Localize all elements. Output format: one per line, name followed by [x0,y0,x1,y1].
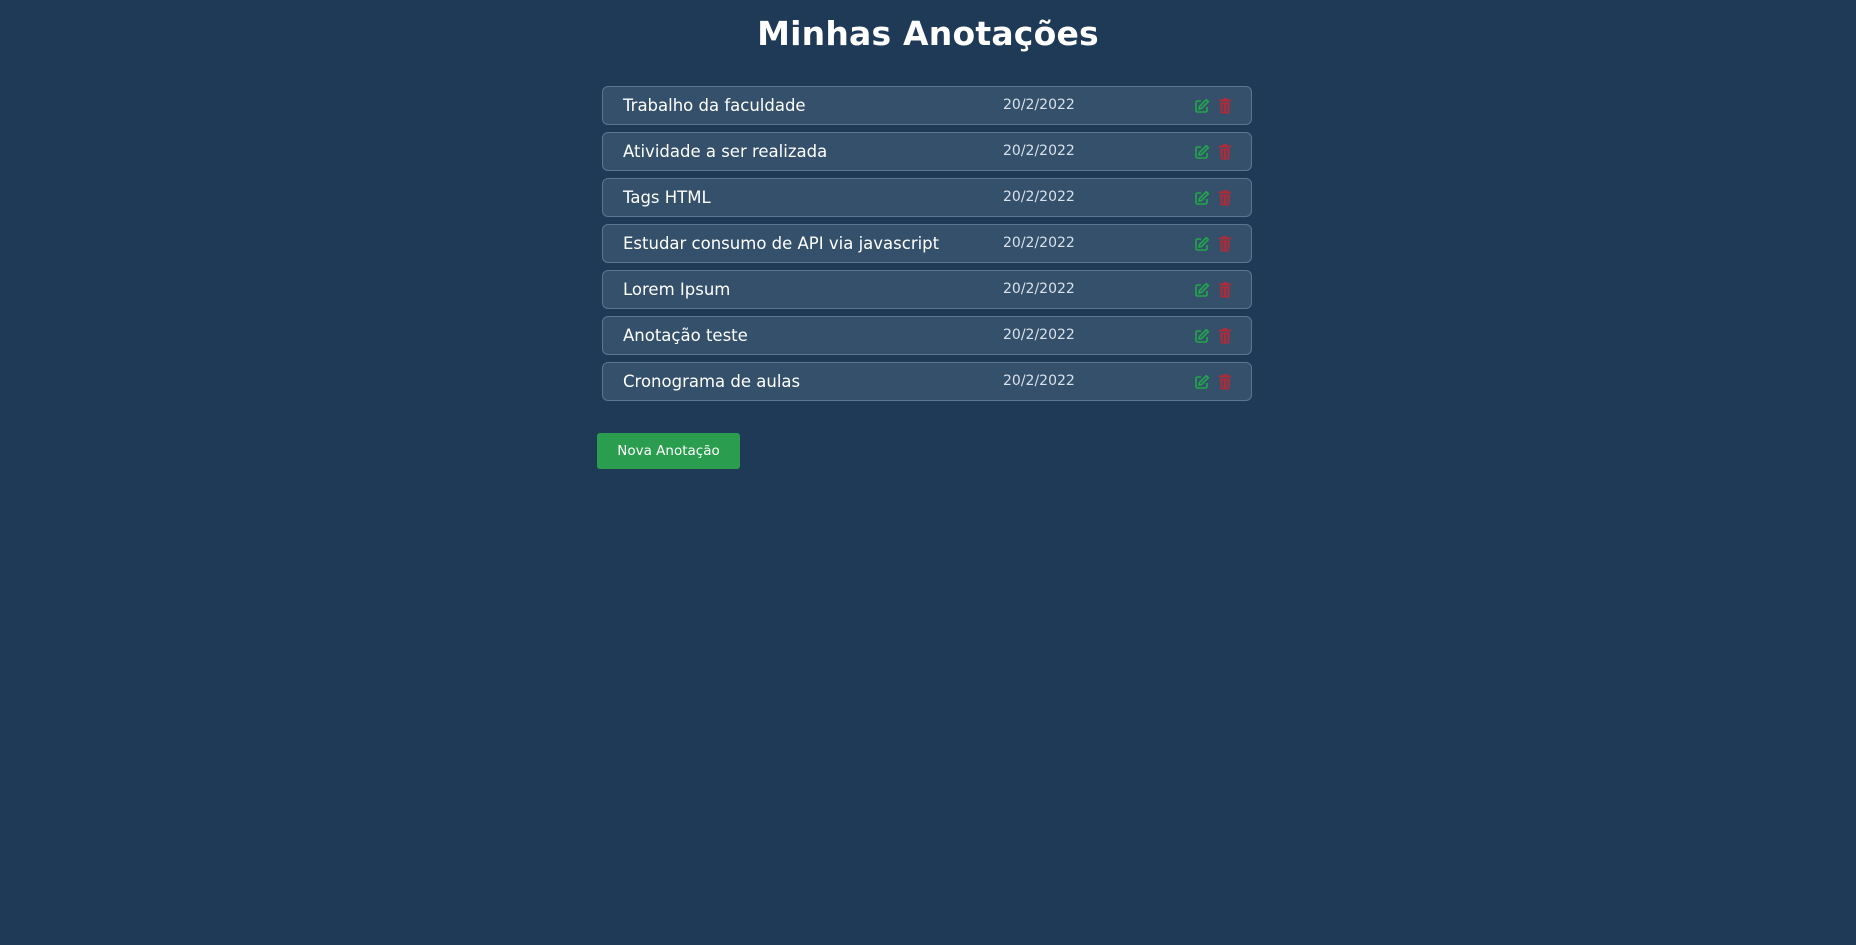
note-date: 20/2/2022 [1003,235,1075,251]
note-actions [1194,363,1233,400]
note-date: 20/2/2022 [1003,189,1075,205]
note-actions [1194,317,1233,354]
note-actions [1194,133,1233,170]
note-title: Tags HTML [623,188,711,207]
edit-icon[interactable] [1194,98,1210,114]
note-title: Anotação teste [623,326,748,345]
edit-icon[interactable] [1194,374,1210,390]
trash-icon[interactable] [1217,281,1233,298]
note-row: Trabalho da faculdade 20/2/2022 [602,86,1252,125]
note-title: Lorem Ipsum [623,280,731,299]
new-note-button[interactable]: Nova Anotação [597,433,740,469]
note-date: 20/2/2022 [1003,327,1075,343]
note-title: Atividade a ser realizada [623,142,828,161]
trash-icon[interactable] [1217,327,1233,344]
edit-icon[interactable] [1194,328,1210,344]
trash-icon[interactable] [1217,97,1233,114]
note-date: 20/2/2022 [1003,281,1075,297]
page-title: Minhas Anotações [757,14,1099,53]
trash-icon[interactable] [1217,235,1233,252]
note-row: Tags HTML 20/2/2022 [602,178,1252,217]
notes-list: Trabalho da faculdade 20/2/2022 Atividad… [602,86,1252,408]
note-row: Estudar consumo de API via javascript 20… [602,224,1252,263]
trash-icon[interactable] [1217,373,1233,390]
edit-icon[interactable] [1194,236,1210,252]
note-row: Cronograma de aulas 20/2/2022 [602,362,1252,401]
edit-icon[interactable] [1194,282,1210,298]
note-row: Lorem Ipsum 20/2/2022 [602,270,1252,309]
note-row: Atividade a ser realizada 20/2/2022 [602,132,1252,171]
note-actions [1194,271,1233,308]
note-row: Anotação teste 20/2/2022 [602,316,1252,355]
trash-icon[interactable] [1217,189,1233,206]
note-actions [1194,225,1233,262]
note-title: Estudar consumo de API via javascript [623,234,940,253]
note-date: 20/2/2022 [1003,373,1075,389]
note-date: 20/2/2022 [1003,143,1075,159]
trash-icon[interactable] [1217,143,1233,160]
edit-icon[interactable] [1194,190,1210,206]
note-title: Cronograma de aulas [623,372,801,391]
note-actions [1194,179,1233,216]
edit-icon[interactable] [1194,144,1210,160]
note-date: 20/2/2022 [1003,97,1075,113]
note-title: Trabalho da faculdade [623,96,806,115]
note-actions [1194,87,1233,124]
